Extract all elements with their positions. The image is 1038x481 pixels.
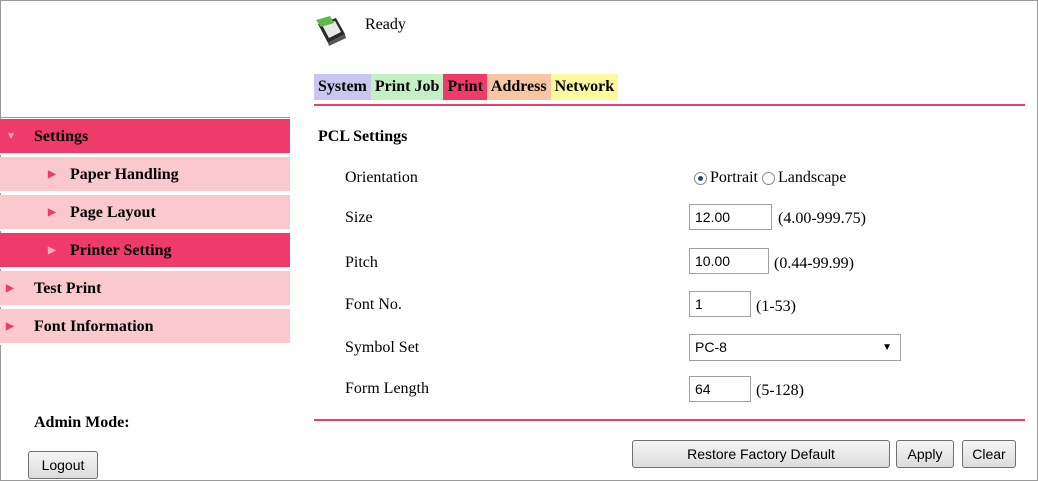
portrait-radio[interactable] bbox=[694, 171, 707, 185]
printer-status-icon bbox=[316, 16, 346, 46]
sidebar-item-label: Font Information bbox=[34, 318, 154, 335]
tab-print-job[interactable]: Print Job bbox=[370, 74, 444, 100]
font-no-label: Font No. bbox=[345, 296, 402, 313]
font-no-range: (1-53) bbox=[756, 298, 796, 315]
sidebar-item-label: Settings bbox=[34, 128, 89, 145]
sidebar-item-page-layout[interactable]: ▶ Page Layout bbox=[0, 195, 290, 231]
orientation-label: Orientation bbox=[345, 169, 418, 186]
orientation-radio-group: Portrait Landscape bbox=[694, 169, 846, 187]
status-text: Ready bbox=[365, 16, 406, 33]
tab-bar: System Print Job Print Address Network bbox=[314, 74, 619, 100]
content-divider bbox=[314, 419, 1025, 421]
sidebar-item-label: Paper Handling bbox=[70, 166, 179, 183]
tab-divider bbox=[314, 104, 1025, 106]
size-label: Size bbox=[345, 209, 373, 226]
page-title: PCL Settings bbox=[318, 128, 408, 145]
font-no-input[interactable]: 1 bbox=[689, 291, 751, 317]
sidebar-item-printer-setting[interactable]: ▶ Printer Setting bbox=[0, 233, 290, 269]
sidebar-item-settings[interactable]: ▼ Settings bbox=[0, 119, 290, 155]
chevron-right-icon: ▶ bbox=[48, 169, 56, 180]
clear-button[interactable]: Clear bbox=[962, 440, 1016, 468]
tab-print[interactable]: Print bbox=[443, 74, 487, 100]
chevron-right-icon: ▶ bbox=[6, 283, 14, 294]
form-length-label: Form Length bbox=[345, 380, 429, 397]
symbol-set-value: PC-8 bbox=[695, 339, 727, 355]
sidebar-item-label: Test Print bbox=[34, 280, 102, 297]
logout-button[interactable]: Logout bbox=[28, 451, 98, 479]
sidebar-item-label: Page Layout bbox=[70, 204, 156, 221]
sidebar-item-font-information[interactable]: ▶ Font Information bbox=[0, 309, 290, 345]
restore-factory-default-button[interactable]: Restore Factory Default bbox=[632, 440, 890, 468]
chevron-down-icon: ▼ bbox=[882, 342, 892, 353]
symbol-set-select[interactable]: PC-8 ▼ bbox=[689, 334, 901, 361]
chevron-right-icon: ▶ bbox=[6, 321, 14, 332]
tab-address[interactable]: Address bbox=[486, 74, 551, 100]
tab-system[interactable]: System bbox=[314, 74, 371, 100]
pitch-range: (0.44-99.99) bbox=[774, 255, 854, 272]
chevron-right-icon: ▶ bbox=[48, 245, 56, 256]
chevron-right-icon: ▶ bbox=[48, 207, 56, 218]
apply-button[interactable]: Apply bbox=[896, 440, 954, 468]
tab-network[interactable]: Network bbox=[550, 74, 619, 100]
admin-mode-label: Admin Mode: bbox=[34, 414, 130, 431]
form-length-range: (5-128) bbox=[756, 382, 804, 399]
pitch-label: Pitch bbox=[345, 254, 378, 271]
symbol-set-label: Symbol Set bbox=[345, 339, 420, 356]
sidebar-item-test-print[interactable]: ▶ Test Print bbox=[0, 271, 290, 307]
landscape-label: Landscape bbox=[778, 169, 847, 186]
size-input[interactable]: 12.00 bbox=[689, 204, 772, 230]
sidebar-item-paper-handling[interactable]: ▶ Paper Handling bbox=[0, 157, 290, 193]
form-length-input[interactable]: 64 bbox=[689, 376, 751, 402]
chevron-down-icon: ▼ bbox=[6, 131, 16, 142]
size-range: (4.00-999.75) bbox=[778, 210, 866, 227]
landscape-radio[interactable] bbox=[762, 171, 775, 185]
portrait-label: Portrait bbox=[710, 169, 758, 186]
sidebar-divider bbox=[0, 117, 290, 118]
sidebar-item-label: Printer Setting bbox=[70, 242, 172, 259]
pitch-input[interactable]: 10.00 bbox=[689, 248, 769, 274]
